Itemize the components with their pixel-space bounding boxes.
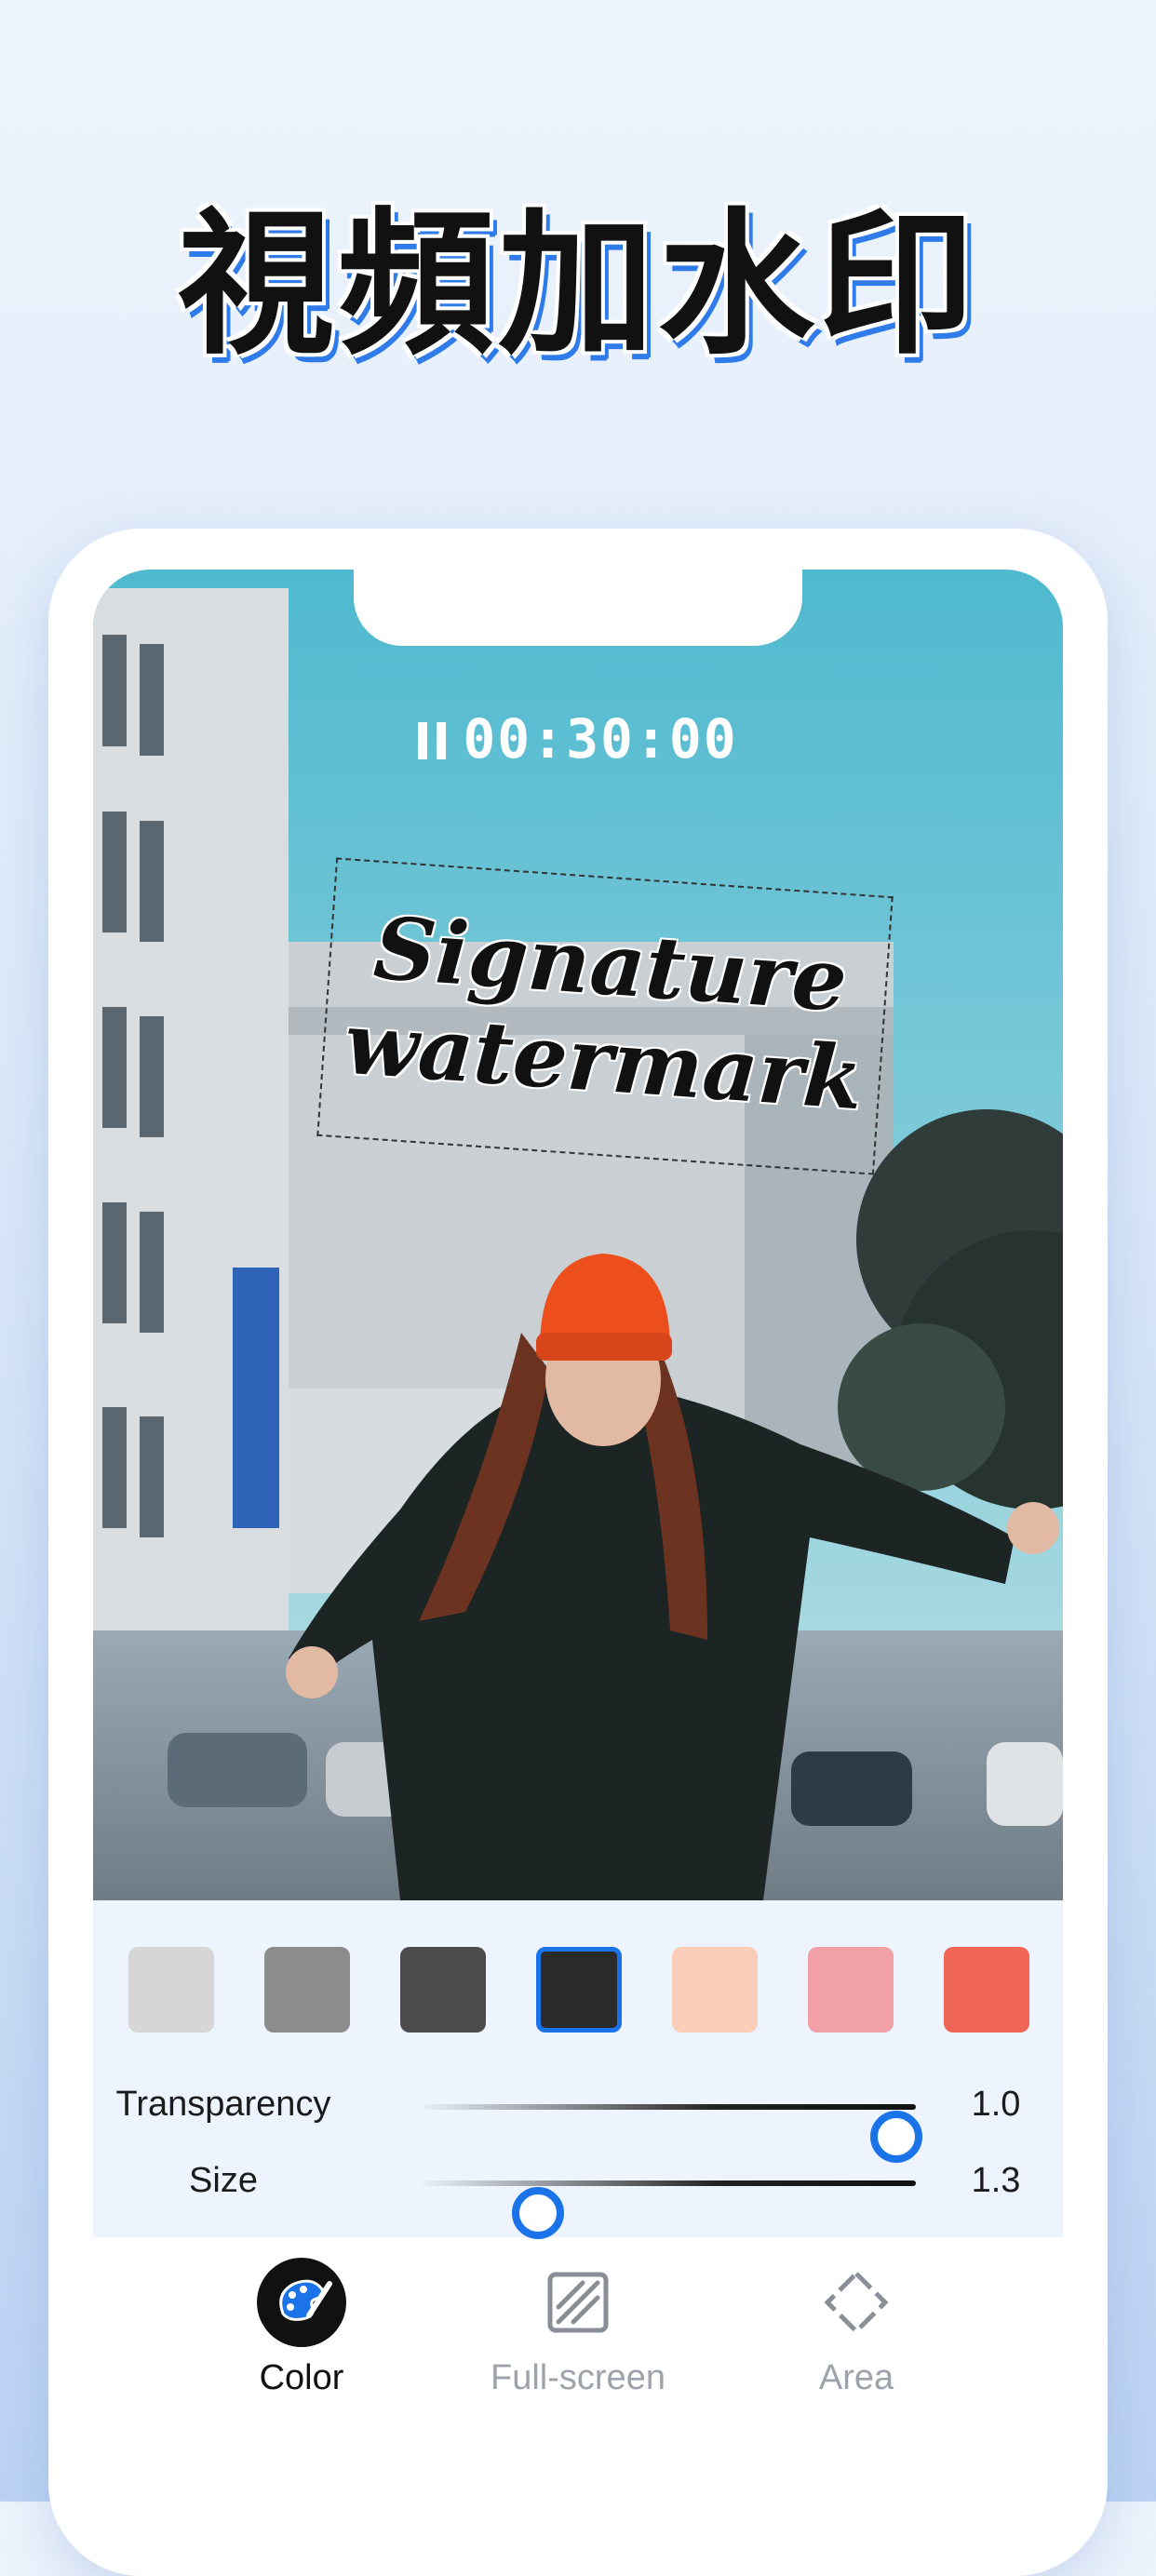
tab-area-label: Area xyxy=(818,2358,894,2397)
timer-text: 00:30:00 xyxy=(463,707,738,771)
tab-full-screen[interactable]: Full-screen xyxy=(438,2256,718,2398)
color-swatch[interactable] xyxy=(536,1947,622,2033)
headline-title: 視頻加水印 xyxy=(178,194,978,376)
tab-full-screen-label: Full-screen xyxy=(491,2358,665,2397)
phone-notch xyxy=(354,570,802,646)
color-swatches xyxy=(128,1947,1029,2036)
color-swatch[interactable] xyxy=(400,1947,486,2033)
tab-area[interactable]: Area xyxy=(717,2256,996,2398)
transparency-label: Transparency xyxy=(115,2085,331,2124)
palette-icon xyxy=(255,2256,348,2349)
signature-watermark[interactable]: Signature watermark xyxy=(322,896,893,1130)
transparency-value: 1.0 xyxy=(971,2085,1021,2124)
bottom-tab-bar: Color Full-screen Area xyxy=(93,2237,1063,2423)
video-preview[interactable]: 00:30:00 Signature watermark xyxy=(93,570,1063,1900)
size-slider-handle[interactable] xyxy=(512,2187,565,2239)
color-swatch[interactable] xyxy=(128,1947,214,2033)
pause-icon[interactable] xyxy=(418,722,447,759)
color-swatch[interactable] xyxy=(944,1947,1029,2033)
size-track[interactable] xyxy=(419,2180,916,2239)
tab-color-label: Color xyxy=(259,2358,344,2397)
diagonal-stripes-icon xyxy=(531,2256,625,2349)
watermark-selection-box[interactable]: Signature watermark xyxy=(316,857,894,1175)
size-slider-row: Size 1.3 xyxy=(93,2150,1063,2239)
recording-timer: 00:30:00 xyxy=(93,707,1063,771)
transparency-slider-row: Transparency 1.0 xyxy=(93,2073,1063,2163)
transparency-track[interactable] xyxy=(419,2104,922,2163)
color-swatch[interactable] xyxy=(264,1947,350,2033)
tab-color[interactable]: Color xyxy=(162,2256,441,2398)
phone-frame: 00:30:00 Signature watermark Transparenc… xyxy=(48,529,1108,2576)
color-swatch[interactable] xyxy=(808,1947,894,2033)
diamond-area-icon xyxy=(810,2256,903,2349)
color-swatch[interactable] xyxy=(672,1947,758,2033)
size-value: 1.3 xyxy=(971,2161,1021,2200)
edit-panel: Transparency 1.0 Size 1.3 xyxy=(93,1900,1063,2239)
size-label: Size xyxy=(189,2161,258,2200)
